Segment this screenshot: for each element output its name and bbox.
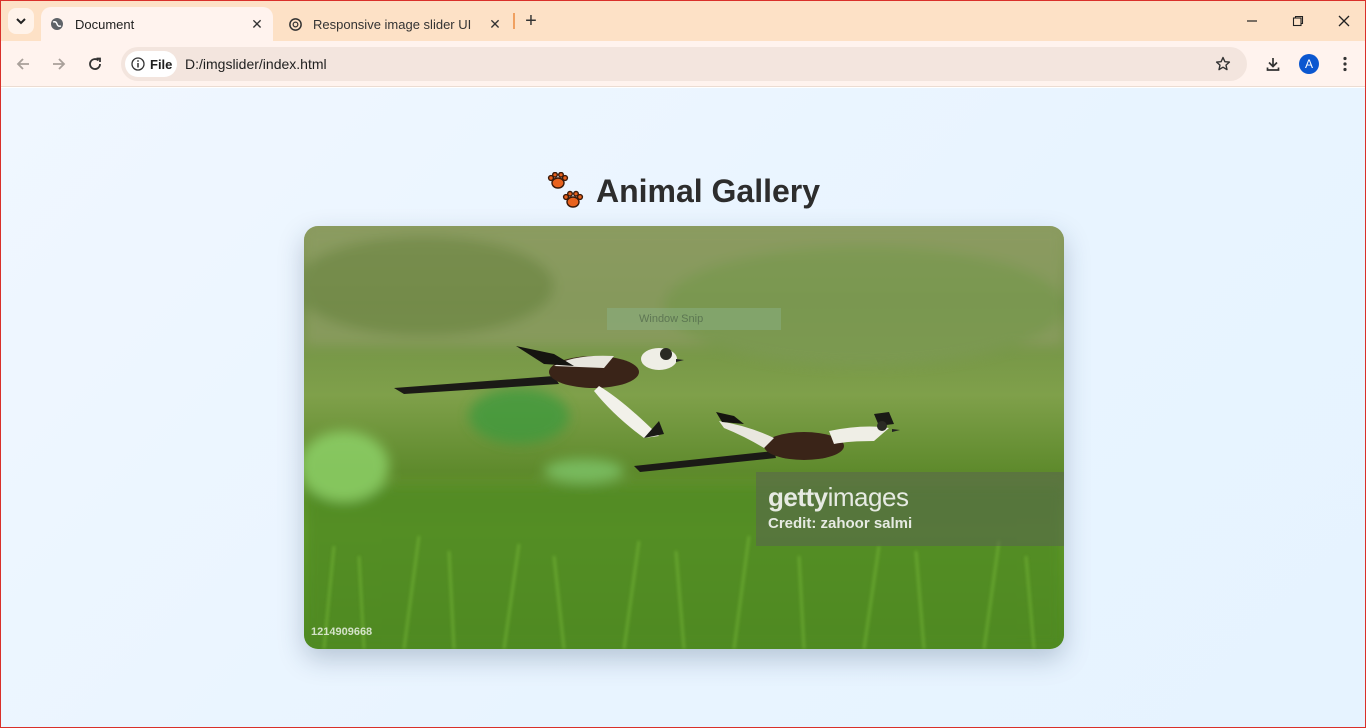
star-icon xyxy=(1215,56,1231,71)
getty-logo-light: images xyxy=(827,482,909,512)
kebab-menu-icon xyxy=(1343,56,1347,72)
tab-title: Document xyxy=(75,16,135,32)
close-window-button[interactable] xyxy=(1321,1,1365,41)
getty-logo: gettyimages xyxy=(768,482,1052,513)
chevron-down-icon xyxy=(16,18,26,25)
globe-icon xyxy=(49,16,65,32)
new-tab-button[interactable]: + xyxy=(520,10,542,32)
tab-search-button[interactable] xyxy=(8,8,34,34)
slide-image xyxy=(304,226,1064,649)
tab-strip: Document ✕ Responsive image slider UI ✕ … xyxy=(1,1,1365,41)
downloads-button[interactable] xyxy=(1259,50,1287,78)
restore-button[interactable] xyxy=(1275,1,1321,41)
page-title-text: Animal Gallery xyxy=(595,172,821,209)
forward-button[interactable] xyxy=(45,50,73,78)
bookmark-star-button[interactable] xyxy=(1213,54,1233,74)
download-icon xyxy=(1266,58,1280,71)
minimize-icon xyxy=(1247,20,1257,22)
tab-title: Responsive image slider UI xyxy=(313,16,472,32)
chatgpt-icon xyxy=(287,16,303,32)
image-credit: Credit: zahoor salmi xyxy=(768,515,913,532)
page-title: Animal Gallery xyxy=(1,172,1365,210)
site-info-chip[interactable]: File xyxy=(125,51,177,77)
browser-toolbar: File D:/imgslider/index.html A xyxy=(1,41,1365,87)
avatar: A xyxy=(1299,54,1319,74)
address-bar[interactable]: File D:/imgslider/index.html xyxy=(121,47,1247,81)
menu-button[interactable] xyxy=(1331,50,1359,78)
image-slider[interactable]: Window Snip gettyimages Credit: zahoor s… xyxy=(304,226,1064,649)
profile-button[interactable]: A xyxy=(1295,50,1323,78)
back-button[interactable] xyxy=(9,50,37,78)
reload-button[interactable] xyxy=(81,50,109,78)
image-id-label: 1214909668 xyxy=(311,626,373,638)
info-icon xyxy=(131,57,145,71)
arrow-left-icon xyxy=(16,58,29,70)
url-text[interactable]: D:/imgslider/index.html xyxy=(185,56,327,72)
browser-window: Document ✕ Responsive image slider UI ✕ … xyxy=(0,0,1366,728)
close-icon xyxy=(1338,15,1350,27)
getty-watermark: gettyimages Credit: zahoor salmi xyxy=(756,472,1064,546)
site-info-label: File xyxy=(150,56,173,72)
window-snip-overlay: Window Snip xyxy=(607,308,781,330)
tab-responsive-image-slider[interactable]: Responsive image slider UI ✕ xyxy=(277,7,511,41)
close-tab-icon[interactable]: ✕ xyxy=(485,14,505,34)
restore-icon xyxy=(1292,15,1304,27)
arrow-right-icon xyxy=(53,58,66,70)
paw-prints-icon xyxy=(546,172,586,210)
close-tab-icon[interactable]: ✕ xyxy=(247,14,267,34)
page-viewport: Animal Gallery Window Snip gettyimages C… xyxy=(1,88,1365,727)
reload-icon xyxy=(89,57,101,70)
tab-divider xyxy=(513,13,515,29)
minimize-button[interactable] xyxy=(1229,1,1275,41)
getty-logo-bold: getty xyxy=(768,482,828,512)
tab-document[interactable]: Document ✕ xyxy=(41,7,273,41)
